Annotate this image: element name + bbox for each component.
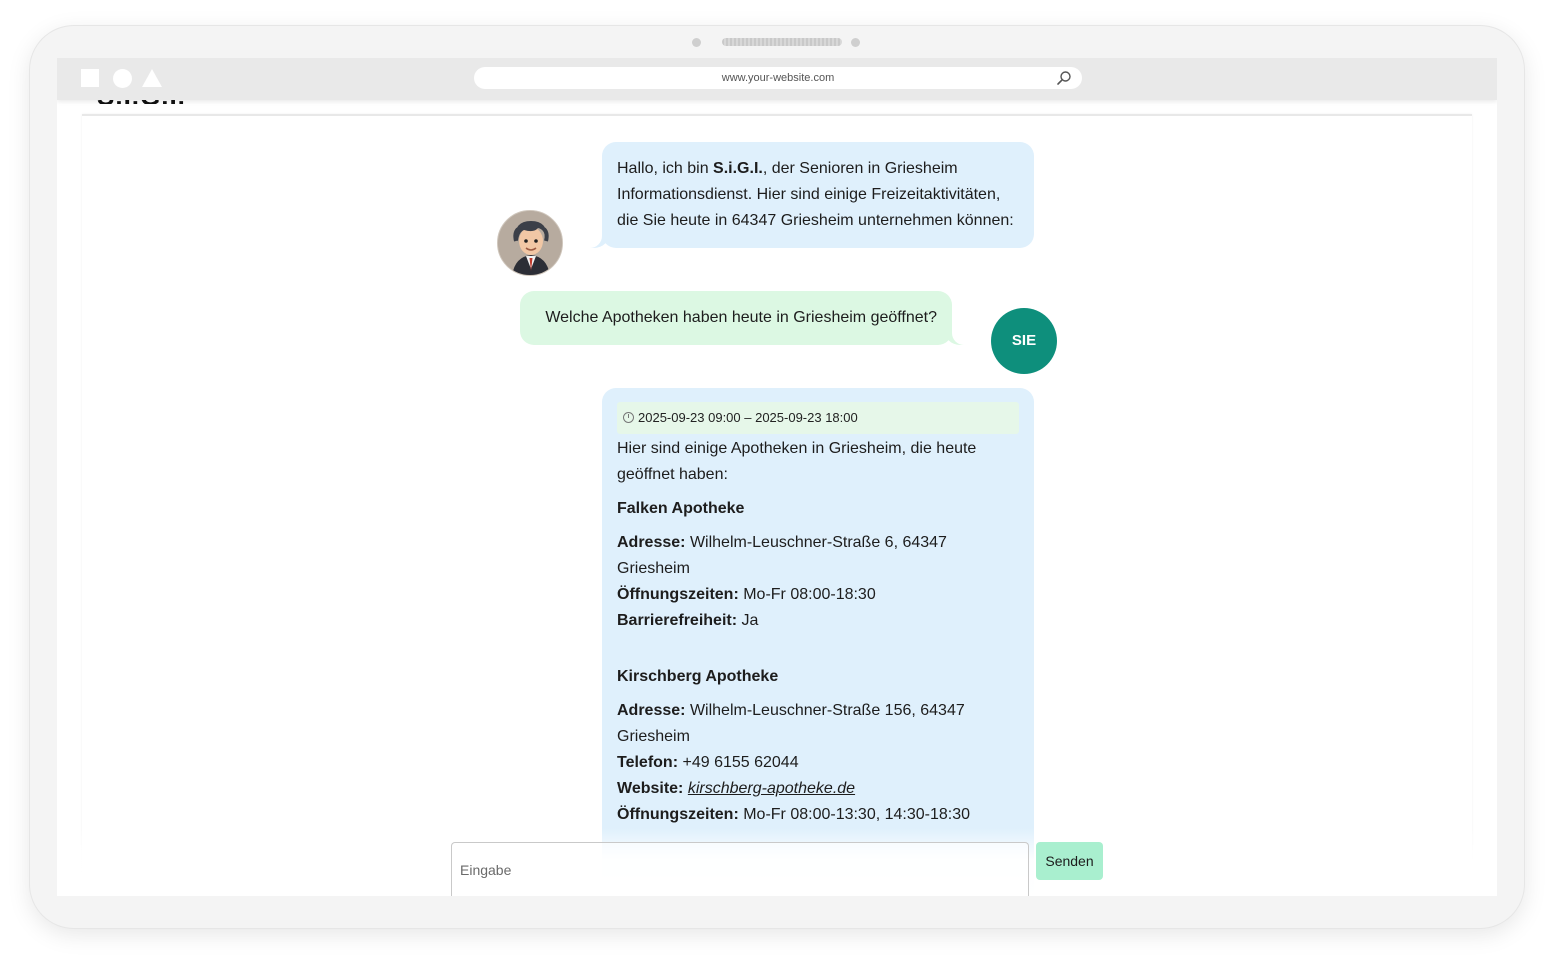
time-range-chip: 2025-09-23 09:00 – 2025-09-23 18:00 (617, 402, 1019, 434)
accessibility-value: Ja (741, 612, 759, 629)
hours-value: Mo-Fr 08:00-13:30, 14:30-18:30 (743, 806, 971, 823)
phone-label: Telefon: (617, 754, 679, 771)
bot-avatar (497, 210, 563, 276)
hours-label: Öffnungszeiten: (617, 586, 739, 603)
user-avatar-label: SIE (1011, 332, 1037, 349)
speaker-grille (722, 38, 842, 46)
website-label: Website: (617, 780, 684, 797)
bot-avatar-illustration (498, 211, 562, 275)
user-avatar: SIE (991, 308, 1057, 374)
user-message-text: Welche Apotheken haben heute in Grieshei… (545, 309, 937, 326)
camera-dot (692, 38, 701, 47)
address-bar[interactable]: www.your-website.com (474, 67, 1082, 89)
url-text: www.your-website.com (721, 72, 835, 84)
address-label: Adresse: (617, 702, 686, 719)
pharmacy-name: Falken Apotheke (617, 500, 745, 517)
message-input[interactable]: Eingabe (451, 842, 1029, 896)
pharmacy-address: Adresse: Wilhelm-Leuschner-Straße 156, 6… (617, 698, 1019, 750)
user-message: Welche Apotheken haben heute in Grieshei… (520, 291, 972, 345)
accessibility-label: Barrierefreiheit: (617, 612, 738, 629)
pharmacy-phone: Telefon: +49 6155 62044 (617, 750, 1019, 776)
phone-value: +49 6155 62044 (682, 754, 799, 771)
pharmacy-name: Kirschberg Apotheke (617, 668, 779, 685)
pharmacy-hours: Öffnungszeiten: Mo-Fr 08:00-13:30, 14:30… (617, 802, 1019, 828)
clock-icon (623, 412, 634, 423)
website-link[interactable]: kirschberg-apotheke.de (688, 780, 855, 797)
time-range: 2025-09-23 09:00 – 2025-09-23 18:00 (638, 410, 858, 425)
hours-value: Mo-Fr 08:00-18:30 (743, 586, 876, 603)
address-label: Adresse: (617, 534, 686, 551)
send-button[interactable]: Senden (1036, 842, 1103, 880)
hours-label: Öffnungszeiten: (617, 806, 739, 823)
pharmacy-website: Website: kirschberg-apotheke.de (617, 776, 1019, 802)
bot-message-answer: 2025-09-23 09:00 – 2025-09-23 18:00 Hier… (602, 388, 1034, 896)
pharmacy-address: Adresse: Wilhelm-Leuschner-Straße 6, 643… (617, 530, 1019, 582)
pharmacy-hours: Öffnungszeiten: Mo-Fr 08:00-18:30 (617, 582, 1019, 608)
browser-window: www.your-website.com S.I.G.I. (57, 58, 1497, 896)
circle-icon (113, 69, 132, 88)
bot-message-intro: Hallo, ich bin S.i.G.I., der Senioren in… (582, 142, 1034, 248)
square-icon (81, 69, 99, 87)
triangle-icon (142, 69, 162, 87)
sensor-dot (851, 38, 860, 47)
message-input-placeholder: Eingabe (460, 862, 512, 878)
pharmacy-accessibility: Barrierefreiheit: Ja (617, 608, 1019, 634)
bot-intro-before: Hallo, ich bin (617, 160, 714, 177)
answer-intro: Hier sind einige Apotheken in Griesheim,… (617, 440, 977, 483)
bot-name: S.i.G.I. (713, 160, 763, 177)
browser-toolbar: www.your-website.com (57, 58, 1497, 100)
search-icon[interactable] (1056, 70, 1072, 86)
device-frame: www.your-website.com S.I.G.I. (30, 26, 1524, 928)
